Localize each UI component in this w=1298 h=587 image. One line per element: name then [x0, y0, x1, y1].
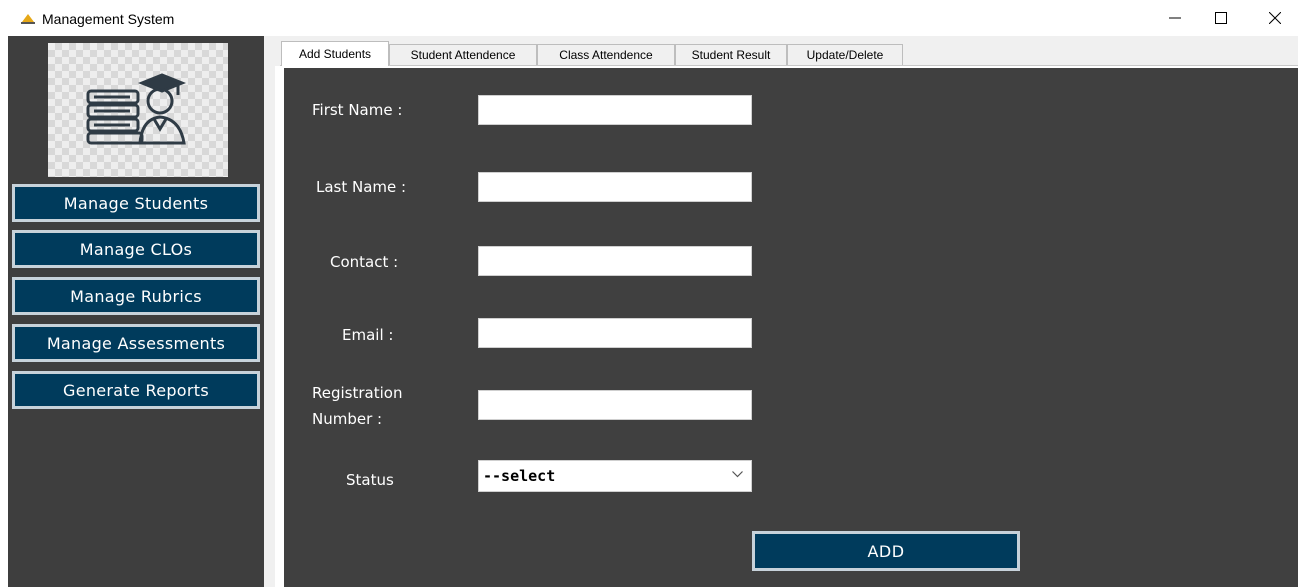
tab-student-result[interactable]: Student Result — [675, 44, 787, 65]
manage-rubrics-button[interactable]: Manage Rubrics — [12, 277, 260, 315]
status-select[interactable]: --select — [478, 460, 752, 492]
maximize-icon — [1215, 12, 1227, 24]
registration-label-line2: Number : — [312, 410, 383, 428]
maximize-button[interactable] — [1198, 0, 1244, 36]
email-input[interactable] — [478, 318, 752, 348]
generate-reports-button[interactable]: Generate Reports — [12, 371, 260, 409]
contact-label: Contact : — [330, 253, 399, 271]
close-icon — [1269, 12, 1281, 24]
status-label: Status — [346, 471, 394, 489]
sidebar: Manage Students Manage CLOs Manage Rubri… — [8, 36, 264, 587]
splitter — [264, 36, 275, 587]
tab-class-attendence[interactable]: Class Attendence — [537, 44, 675, 65]
add-students-panel: First Name : Last Name : Contact : Email… — [282, 66, 1298, 587]
close-button[interactable] — [1252, 0, 1298, 36]
title-bar: Management System — [0, 0, 1298, 36]
add-button[interactable]: ADD — [752, 531, 1020, 571]
first-name-input[interactable] — [478, 95, 752, 125]
tab-strip: Add Students Student Attendence Class At… — [275, 36, 1298, 66]
minimize-button[interactable] — [1152, 0, 1198, 36]
last-name-label: Last Name : — [316, 178, 407, 196]
chevron-down-icon — [732, 471, 743, 478]
last-name-input[interactable] — [478, 172, 752, 202]
registration-number-input[interactable] — [478, 390, 752, 420]
registration-label-line1: Registration — [312, 384, 403, 402]
minimize-icon — [1169, 17, 1181, 19]
contact-input[interactable] — [478, 246, 752, 276]
manage-assessments-button[interactable]: Manage Assessments — [12, 324, 260, 362]
app-icon — [21, 14, 35, 24]
tab-update-delete[interactable]: Update/Delete — [787, 44, 903, 65]
manage-students-button[interactable]: Manage Students — [12, 184, 260, 222]
manage-clos-button[interactable]: Manage CLOs — [12, 230, 260, 268]
email-label: Email : — [342, 326, 394, 344]
logo — [48, 43, 228, 177]
tab-add-students[interactable]: Add Students — [281, 41, 389, 66]
tab-student-attendence[interactable]: Student Attendence — [389, 44, 537, 65]
window-title: Management System — [42, 11, 175, 27]
student-books-graduate-icon — [86, 73, 187, 145]
first-name-label: First Name : — [312, 101, 403, 119]
status-selected-value: --select — [483, 467, 556, 485]
